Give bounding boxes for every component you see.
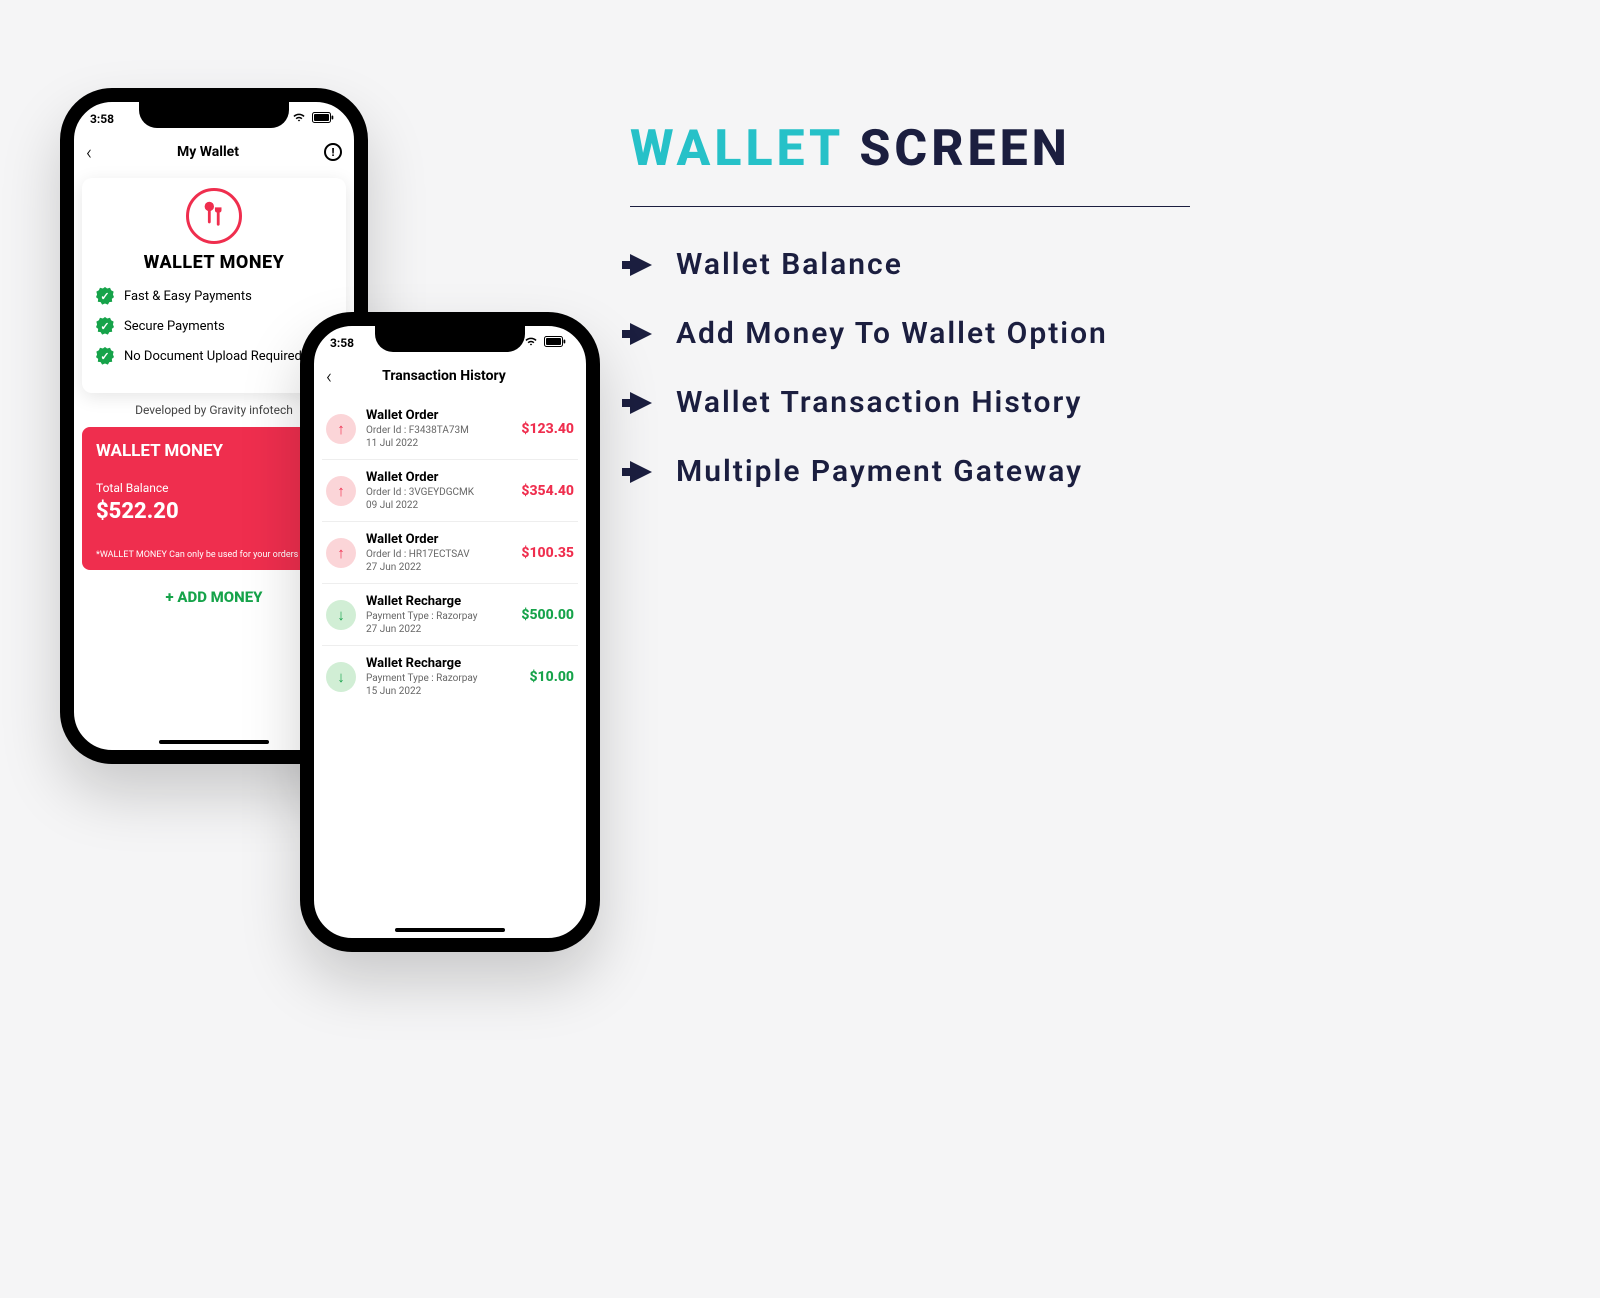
feature-label: Add Money To Wallet Option (676, 316, 1108, 351)
transaction-date: 27 Jun 2022 (366, 562, 511, 573)
title-accent: WALLET (630, 120, 843, 178)
feature-list: Wallet Balance Add Money To Wallet Optio… (630, 247, 1190, 489)
arrow-right-icon (630, 461, 652, 483)
wifi-icon (524, 336, 538, 350)
transaction-amount: $123.40 (521, 421, 574, 437)
arrow-down-icon: ↓ (326, 600, 356, 630)
card-title: WALLET MONEY (96, 252, 332, 273)
transaction-amount: $354.40 (521, 483, 574, 499)
transaction-row[interactable]: ↑ Wallet Order Order Id : HR17ECTSAV 27 … (322, 522, 578, 584)
transaction-list[interactable]: ↑ Wallet Order Order Id : F3438TA73M 11 … (314, 398, 586, 707)
transaction-title: Wallet Recharge (366, 594, 511, 609)
status-right (524, 336, 566, 350)
transaction-date: 11 Jul 2022 (366, 438, 511, 449)
nav-title: My Wallet (177, 144, 239, 160)
transaction-subtitle: Order Id : 3VGEYDGCMK (366, 487, 511, 498)
nav-title: Transaction History (382, 368, 506, 384)
info-icon[interactable]: ! (324, 143, 342, 161)
transaction-subtitle: Payment Type : Razorpay (366, 611, 511, 622)
battery-icon (544, 336, 566, 350)
status-time: 3:58 (90, 112, 114, 126)
transaction-title: Wallet Order (366, 470, 511, 485)
feature-item: Add Money To Wallet Option (630, 316, 1190, 351)
feature-bullet: ✓ Secure Payments (96, 317, 332, 335)
feature-item: Multiple Payment Gateway (630, 454, 1190, 489)
arrow-right-icon (630, 392, 652, 414)
bullet-label: Secure Payments (124, 319, 225, 334)
back-icon[interactable]: ‹ (86, 140, 92, 164)
transaction-subtitle: Order Id : HR17ECTSAV (366, 549, 511, 560)
transaction-title: Wallet Recharge (366, 656, 519, 671)
home-indicator[interactable] (159, 740, 269, 744)
check-badge-icon: ✓ (96, 317, 114, 335)
transaction-subtitle: Payment Type : Razorpay (366, 673, 519, 684)
transaction-info: Wallet Order Order Id : HR17ECTSAV 27 Ju… (366, 532, 511, 573)
check-badge-icon: ✓ (96, 347, 114, 365)
transaction-info: Wallet Recharge Payment Type : Razorpay … (366, 656, 519, 697)
feature-label: Multiple Payment Gateway (676, 454, 1083, 489)
transaction-date: 27 Jun 2022 (366, 624, 511, 635)
transaction-row[interactable]: ↑ Wallet Order Order Id : F3438TA73M 11 … (322, 398, 578, 460)
feature-bullet: ✓ No Document Upload Required (96, 347, 332, 365)
transaction-title: Wallet Order (366, 408, 511, 423)
app-logo (186, 188, 242, 244)
transaction-row[interactable]: ↓ Wallet Recharge Payment Type : Razorpa… (322, 584, 578, 646)
arrow-up-icon: ↑ (326, 414, 356, 444)
feature-label: Wallet Balance (676, 247, 903, 282)
transaction-info: Wallet Order Order Id : 3VGEYDGCMK 09 Ju… (366, 470, 511, 511)
arrow-up-icon: ↑ (326, 538, 356, 568)
feature-item: Wallet Transaction History (630, 385, 1190, 420)
status-time: 3:58 (330, 336, 354, 350)
transaction-title: Wallet Order (366, 532, 511, 547)
feature-panel: WALLET SCREEN Wallet Balance Add Money T… (630, 120, 1190, 523)
transaction-date: 09 Jul 2022 (366, 500, 511, 511)
phone-notch (375, 326, 525, 352)
transaction-subtitle: Order Id : F3438TA73M (366, 425, 511, 436)
home-indicator[interactable] (395, 928, 505, 932)
feature-item: Wallet Balance (630, 247, 1190, 282)
divider (630, 206, 1190, 207)
phone-transactions: 3:58 ‹ Transaction History ↑ Wallet Orde… (300, 312, 600, 952)
check-badge-icon: ✓ (96, 287, 114, 305)
arrow-right-icon (630, 254, 652, 276)
arrow-up-icon: ↑ (326, 476, 356, 506)
transaction-info: Wallet Order Order Id : F3438TA73M 11 Ju… (366, 408, 511, 449)
page-title: WALLET SCREEN (630, 120, 1190, 178)
transaction-row[interactable]: ↓ Wallet Recharge Payment Type : Razorpa… (322, 646, 578, 707)
balance-amount: $522.20 (96, 499, 332, 524)
feature-bullet: ✓ Fast & Easy Payments (96, 287, 332, 305)
balance-note: *WALLET MONEY Can only be used for your … (96, 550, 332, 560)
arrow-down-icon: ↓ (326, 662, 356, 692)
arrow-right-icon (630, 323, 652, 345)
transaction-date: 15 Jun 2022 (366, 686, 519, 697)
status-right (292, 112, 334, 126)
balance-heading: WALLET MONEY (96, 441, 332, 461)
total-balance-label: Total Balance (96, 481, 332, 495)
bullet-label: No Document Upload Required (124, 349, 302, 364)
transaction-row[interactable]: ↑ Wallet Order Order Id : 3VGEYDGCMK 09 … (322, 460, 578, 522)
bullet-label: Fast & Easy Payments (124, 289, 252, 304)
feature-label: Wallet Transaction History (676, 385, 1082, 420)
transaction-amount: $100.35 (521, 545, 574, 561)
battery-icon (312, 112, 334, 126)
phone-notch (139, 102, 289, 128)
title-rest: SCREEN (859, 120, 1070, 178)
spoon-fork-icon (199, 198, 229, 235)
back-icon[interactable]: ‹ (326, 364, 332, 388)
nav-bar: ‹ Transaction History (314, 360, 586, 398)
wifi-icon (292, 112, 306, 126)
transaction-info: Wallet Recharge Payment Type : Razorpay … (366, 594, 511, 635)
nav-bar: ‹ My Wallet ! (74, 136, 354, 174)
transaction-amount: $500.00 (521, 607, 574, 623)
transaction-amount: $10.00 (529, 669, 574, 685)
